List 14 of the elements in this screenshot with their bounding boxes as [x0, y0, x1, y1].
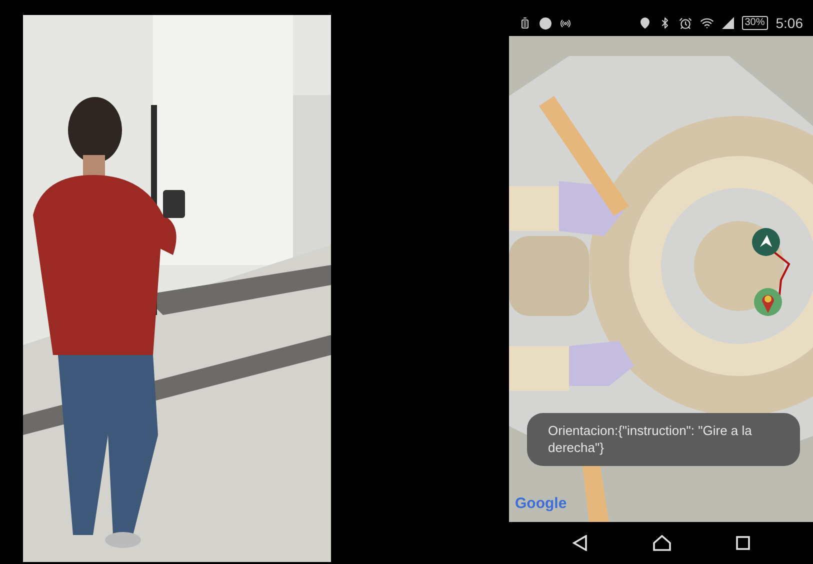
clock-time: 5:06 — [776, 14, 803, 32]
battery-level: 30% — [742, 16, 768, 30]
wifi-icon — [700, 16, 714, 30]
back-button[interactable] — [572, 535, 588, 551]
toast-message: Orientacion:{"instruction": "Gire a la derecha"} — [527, 413, 800, 466]
google-logo: Google — [515, 494, 567, 514]
location-icon — [638, 17, 651, 29]
destination-pin-icon — [754, 288, 782, 316]
alarm-icon — [678, 16, 692, 30]
recents-button[interactable] — [736, 536, 750, 550]
circle-icon — [539, 16, 552, 30]
signal-icon — [722, 17, 734, 29]
home-button[interactable] — [652, 535, 671, 551]
antenna-icon — [560, 18, 571, 28]
